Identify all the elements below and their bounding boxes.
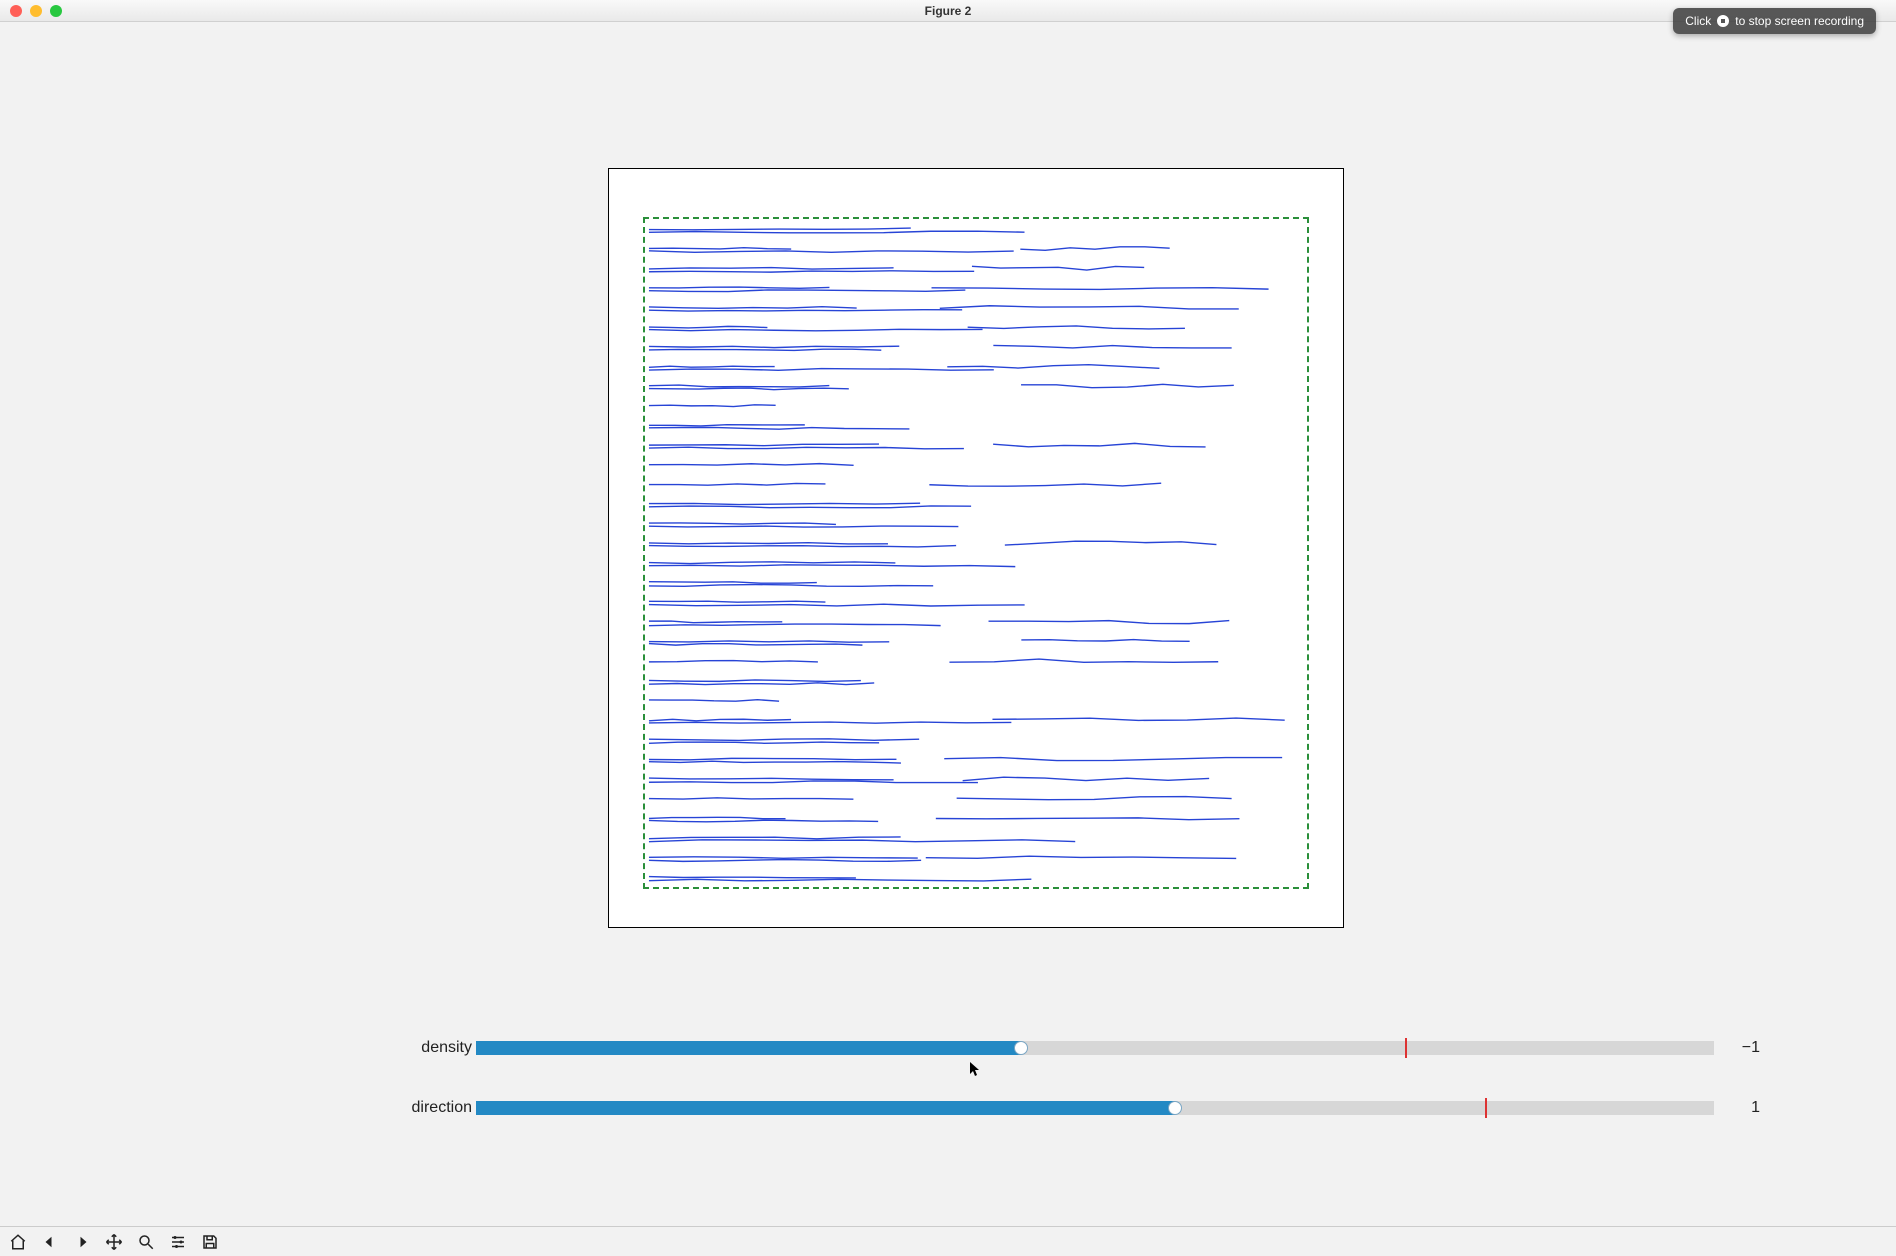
matplotlib-toolbar xyxy=(0,1226,1896,1256)
window-titlebar: Figure 2 xyxy=(0,0,1896,22)
sliders-icon xyxy=(169,1233,187,1251)
direction-slider[interactable] xyxy=(476,1101,1714,1115)
tooltip-prefix: Click xyxy=(1685,14,1711,28)
forward-button[interactable] xyxy=(66,1228,98,1256)
save-button[interactable] xyxy=(194,1228,226,1256)
slider-panel: density −1 direction 1 xyxy=(398,1038,1768,1158)
pan-button[interactable] xyxy=(98,1228,130,1256)
density-slider[interactable] xyxy=(476,1041,1714,1055)
zoom-window-icon[interactable] xyxy=(50,5,62,17)
direction-slider-row: direction 1 xyxy=(398,1098,1768,1118)
density-slider-row: density −1 xyxy=(398,1038,1768,1058)
plot-axes xyxy=(608,168,1344,928)
streamline-plot xyxy=(645,219,1307,887)
left-arrow-icon xyxy=(41,1233,59,1251)
plot-bbox xyxy=(643,217,1309,889)
window-controls[interactable] xyxy=(10,5,62,17)
density-slider-fill xyxy=(476,1041,1021,1055)
direction-slider-value: 1 xyxy=(1730,1099,1760,1117)
direction-slider-fill xyxy=(476,1101,1175,1115)
tooltip-suffix: to stop screen recording xyxy=(1735,14,1864,28)
minimize-icon[interactable] xyxy=(30,5,42,17)
figure-canvas: density −1 direction 1 xyxy=(0,22,1896,1226)
close-icon[interactable] xyxy=(10,5,22,17)
direction-slider-thumb[interactable] xyxy=(1168,1101,1182,1115)
zoom-button[interactable] xyxy=(130,1228,162,1256)
move-icon xyxy=(105,1233,123,1251)
home-icon xyxy=(9,1233,27,1251)
right-arrow-icon xyxy=(73,1233,91,1251)
stop-recording-icon xyxy=(1717,15,1729,27)
save-icon xyxy=(201,1233,219,1251)
back-button[interactable] xyxy=(34,1228,66,1256)
window-title: Figure 2 xyxy=(925,4,972,18)
direction-slider-mark xyxy=(1485,1098,1487,1118)
zoom-icon xyxy=(137,1233,155,1251)
configure-button[interactable] xyxy=(162,1228,194,1256)
density-slider-value: −1 xyxy=(1730,1039,1760,1057)
screen-recording-tooltip[interactable]: Click to stop screen recording xyxy=(1673,8,1876,34)
home-button[interactable] xyxy=(2,1228,34,1256)
direction-slider-label: direction xyxy=(398,1099,472,1117)
density-slider-thumb[interactable] xyxy=(1014,1041,1028,1055)
density-slider-label: density xyxy=(398,1039,472,1057)
density-slider-mark xyxy=(1405,1038,1407,1058)
